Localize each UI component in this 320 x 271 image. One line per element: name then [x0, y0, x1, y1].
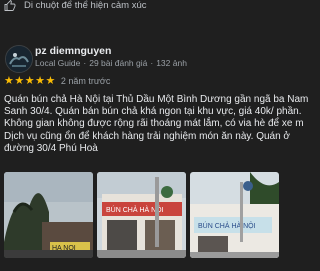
rating-row: ★ ★ ★ ★ ★ 2 năm trước: [4, 75, 110, 87]
review-time: 2 năm trước: [60, 76, 111, 86]
review-count: 29 bài đánh giá: [89, 58, 148, 68]
review-text: Quán bún chả Hà Nội tại Thủ Dầu Một Bình…: [4, 94, 314, 155]
review-photo-3[interactable]: BÚN CHẢ HÀ NỘI: [190, 172, 279, 258]
thumbs-up-icon: [4, 0, 16, 11]
avatar-image: [6, 46, 32, 72]
review-photos: HA NOI BÚN CHẢ HÀ NỘI BÚN CHẢ HÀ NỘI: [4, 172, 279, 258]
review-photo-1[interactable]: HA NOI: [4, 172, 93, 258]
photo-sign-text: BÚN CHẢ HÀ NỘI: [106, 205, 164, 214]
star-icon: ★: [24, 74, 35, 87]
review-line: Không gian không được rộng rãi thoáng má…: [4, 118, 304, 130]
reviewer-name[interactable]: pz diemnguyen: [35, 45, 111, 57]
star-icon: ★: [14, 74, 25, 87]
review-line: Dịch vụ cũng ổn để khách hàng trải nghiệ…: [4, 130, 290, 142]
photo-sign-text: BÚN CHẢ HÀ NỘI: [198, 221, 256, 230]
reaction-hint[interactable]: Di chuột để thể hiện cảm xúc: [0, 0, 300, 14]
star-icon: ★: [45, 74, 56, 87]
reviewer-avatar[interactable]: [5, 45, 33, 73]
reaction-hint-text: Di chuột để thể hiện cảm xúc: [24, 0, 147, 11]
review-line: Sanh 30/4. Quán bán bún chả khá ngon tại…: [4, 106, 302, 118]
star-icon: ★: [35, 74, 45, 87]
review-photo-2[interactable]: BÚN CHẢ HÀ NỘI: [97, 172, 186, 258]
photo-count: 132 ảnh: [156, 58, 187, 68]
review-line: đường 30/4 Phú Hoà: [4, 142, 98, 154]
review-line: Quán bún chả Hà Nội tại Thủ Dầu Một Bình…: [4, 94, 309, 105]
local-guide-badge: Local Guide: [35, 58, 81, 68]
reviewer-meta: Local Guide · 29 bài đánh giá · 132 ảnh: [35, 58, 187, 68]
star-icon: ★: [4, 74, 14, 87]
